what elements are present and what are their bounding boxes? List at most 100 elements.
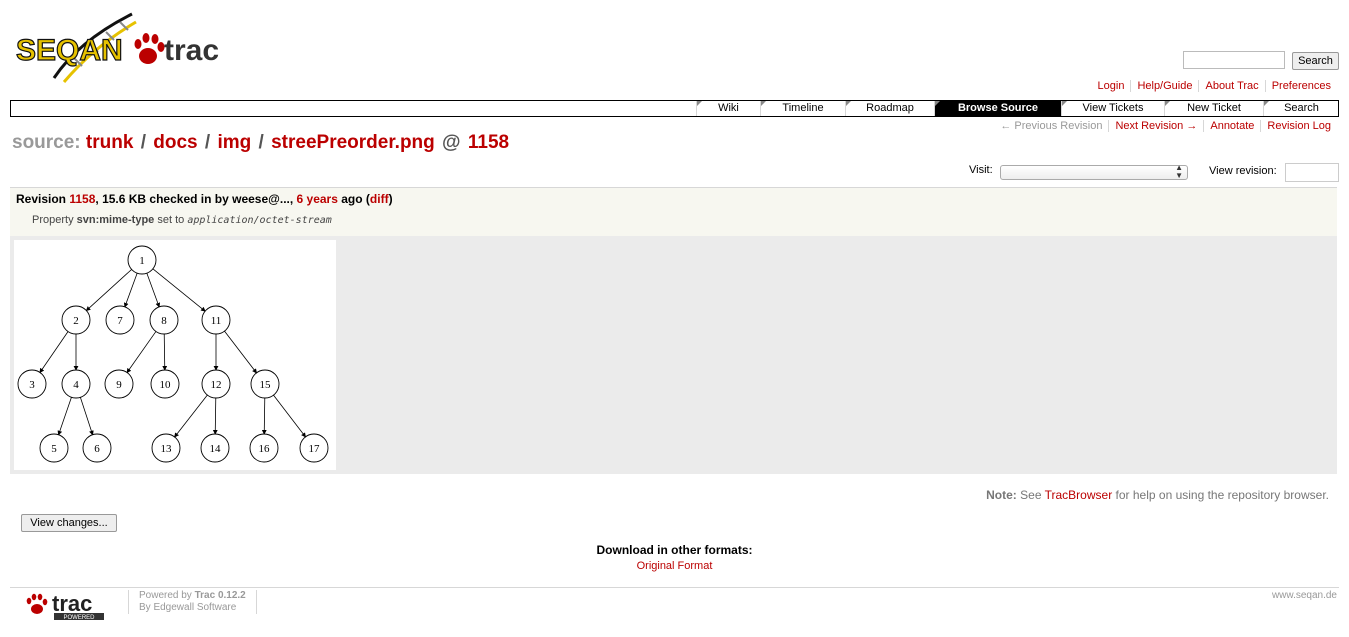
path-separator: / — [258, 132, 264, 153]
path-segment-file[interactable]: streePreorder.png — [271, 132, 435, 153]
seqan-trac-logo[interactable]: SEQAN trac — [14, 8, 226, 84]
tree-edge — [85, 269, 132, 312]
svg-text:trac: trac — [164, 34, 219, 67]
trac-logo-badge: POWERED — [63, 615, 95, 621]
preferences-link[interactable]: Preferences — [1264, 80, 1337, 92]
tree-edge — [79, 397, 94, 436]
property-value: application/octet-stream — [187, 215, 332, 226]
browser-note: Note: See TracBrowser for help on using … — [986, 488, 1329, 502]
search-button[interactable]: Search — [1292, 52, 1339, 70]
path-segment-trunk[interactable]: trunk — [86, 132, 134, 153]
property-line: Property svn:mime-type set to applicatio… — [32, 214, 332, 226]
view-revision-label: View revision: — [1209, 165, 1277, 177]
tree-node-label: 1 — [139, 255, 145, 267]
path-at: @ — [442, 132, 461, 153]
path-separator: / — [140, 132, 146, 153]
footer-divider — [10, 587, 1339, 588]
tree-node-label: 9 — [116, 379, 122, 391]
path-segment-img[interactable]: img — [217, 132, 251, 153]
about-trac-link[interactable]: About Trac — [1198, 80, 1264, 92]
revision-log-link[interactable]: Revision Log — [1260, 120, 1337, 132]
tree-edge — [126, 331, 157, 374]
property-mid: set to — [154, 214, 188, 226]
tab-new-ticket[interactable]: New Ticket — [1164, 101, 1263, 116]
tree-node-label: 12 — [211, 379, 222, 391]
edgewall-link[interactable]: Edgewall Software — [153, 602, 236, 613]
tree-node-label: 16 — [259, 443, 271, 455]
site-link[interactable]: www.seqan.de — [1272, 590, 1337, 601]
note-pre: See — [1016, 488, 1045, 502]
login-link[interactable]: Login — [1092, 80, 1131, 92]
main-navigation: Wiki Timeline Roadmap Browse Source View… — [10, 100, 1339, 117]
note-post: for help on using the repository browser… — [1112, 488, 1329, 502]
tree-node-label: 15 — [260, 379, 272, 391]
tree-edge — [174, 394, 208, 438]
tree-edge — [146, 273, 161, 308]
age-link[interactable]: 6 years — [297, 192, 338, 206]
tab-timeline[interactable]: Timeline — [760, 101, 845, 116]
tree-edge — [152, 268, 206, 312]
powered-by: Powered by Trac 0.12.2 By Edgewall Softw… — [128, 590, 257, 614]
tree-node-label: 2 — [73, 315, 79, 327]
tab-wiki[interactable]: Wiki — [696, 101, 760, 116]
by-text: By — [139, 602, 154, 613]
tree-node-label: 4 — [73, 379, 79, 391]
original-format-label[interactable]: Original Format — [637, 560, 713, 572]
tree-edge — [162, 333, 168, 371]
trac-logo-text: trac — [52, 591, 92, 616]
revision-link[interactable]: 1158 — [69, 192, 95, 206]
tree-edge — [224, 330, 257, 374]
tree-node-label: 5 — [51, 443, 57, 455]
path-revision-link[interactable]: 1158 — [468, 132, 509, 153]
svg-text:SEQAN: SEQAN — [16, 34, 123, 67]
path-separator: / — [204, 132, 211, 153]
tree-image: 1 2 7 8 11 3 4 9 10 12 15 5 6 13 14 16 17 — [14, 240, 336, 470]
view-changes-button[interactable]: View changes... — [21, 514, 117, 532]
tree-node-label: 11 — [211, 315, 222, 327]
size-and-author: , 15.6 KB checked in by weese@..., — [95, 192, 297, 206]
trac-version-link[interactable]: Trac 0.12.2 — [195, 590, 246, 601]
revision-info-line: Revision 1158, 15.6 KB checked in by wee… — [16, 192, 393, 206]
property-name: svn:mime-type — [76, 214, 155, 226]
note-label: Note: — [986, 488, 1017, 502]
previous-revision-link: ← Previous Revision — [1000, 120, 1103, 132]
meta-navigation: Login Help/Guide About Trac Preferences — [1092, 80, 1337, 92]
tree-edge — [57, 397, 72, 436]
tree-node-label: 7 — [117, 315, 123, 327]
tab-roadmap[interactable]: Roadmap — [845, 101, 934, 116]
tree-node-label: 17 — [309, 443, 321, 455]
image-preview-area: 1 2 7 8 11 3 4 9 10 12 15 5 6 13 14 16 17 — [10, 236, 1337, 474]
powered-by-text: Powered by — [139, 590, 195, 601]
page-title: source: trunk / docs / img / streePreord… — [12, 132, 509, 154]
tab-browse-source[interactable]: Browse Source — [934, 101, 1061, 116]
help-guide-link[interactable]: Help/Guide — [1130, 80, 1198, 92]
tracbrowser-link[interactable]: TracBrowser — [1045, 488, 1113, 502]
search-input[interactable] — [1183, 51, 1285, 69]
tree-edge — [273, 394, 306, 438]
ago-text: ago ( — [337, 192, 370, 206]
revision-info-box: Revision 1158, 15.6 KB checked in by wee… — [10, 187, 1337, 237]
tab-search[interactable]: Search — [1263, 101, 1339, 116]
tree-node-label: 3 — [29, 379, 35, 391]
trac-powered-logo[interactable]: trac POWERED — [24, 591, 108, 621]
path-label: source: — [12, 132, 81, 153]
tree-edge — [123, 273, 138, 308]
tree-diagram: 12 7 8 113 4 9 10 12 155 6 13 14 16 17 — [17, 245, 329, 463]
visit-label: Visit: — [969, 164, 993, 176]
path-segment-docs[interactable]: docs — [153, 132, 197, 153]
visit-select[interactable]: ▲ ▼ — [1000, 163, 1188, 180]
next-revision-link[interactable]: Next Revision → — [1108, 120, 1203, 132]
select-arrows-icon: ▲ ▼ — [1175, 163, 1183, 180]
context-navigation: ← Previous Revision Next Revision → Anno… — [994, 120, 1337, 132]
tab-view-tickets[interactable]: View Tickets — [1061, 101, 1164, 116]
diff-link[interactable]: diff — [370, 192, 389, 206]
tree-node-label: 8 — [161, 315, 167, 327]
view-revision-input[interactable] — [1285, 163, 1339, 182]
annotate-link[interactable]: Annotate — [1203, 120, 1260, 132]
alt-formats-heading: Download in other formats: — [596, 543, 753, 557]
original-format-link[interactable]: Original Format — [0, 560, 1349, 572]
close-paren: ) — [388, 192, 393, 206]
property-prefix: Property — [32, 214, 77, 226]
tree-edge — [212, 397, 218, 435]
tree-node-label: 14 — [210, 443, 222, 455]
